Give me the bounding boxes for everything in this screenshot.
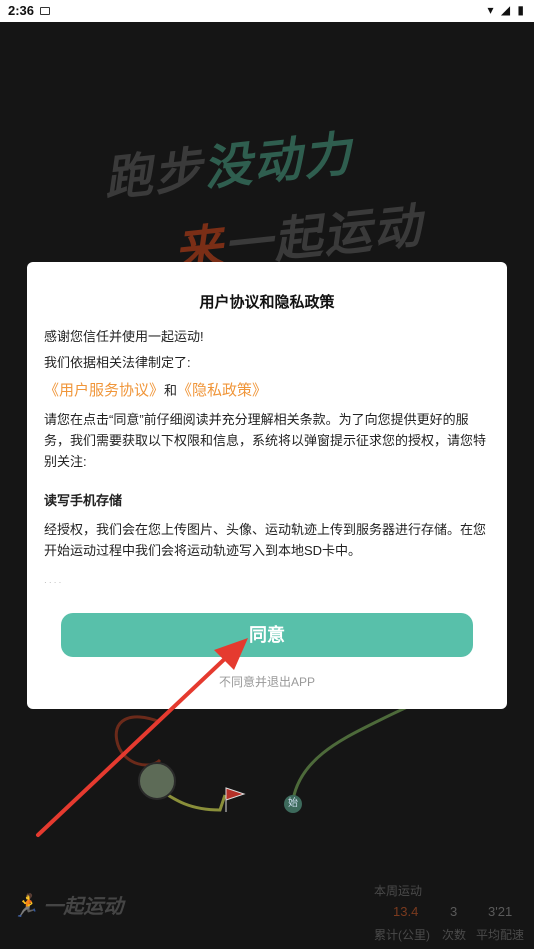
stat-count-value: 3 bbox=[450, 904, 458, 919]
stat-distance-label: 累计(公里) bbox=[374, 928, 430, 942]
agreement-links: 《用户服务协议》和《隐私政策》 bbox=[44, 379, 267, 403]
privacy-policy-link[interactable]: 《隐私政策》 bbox=[177, 382, 267, 399]
cut-off-text: · · · · bbox=[44, 578, 62, 585]
stat-pace-value: 3'21 bbox=[488, 904, 513, 919]
dialog-scroll-body[interactable]: 感谢您信任并使用一起运动! 我们依据相关法律制定了: 《用户服务协议》和《隐私政… bbox=[44, 325, 490, 585]
section-title-storage: 读写手机存储 bbox=[44, 493, 123, 508]
user-avatar bbox=[138, 762, 176, 800]
and-text: 和 bbox=[164, 383, 178, 398]
route-red-segment bbox=[114, 715, 162, 767]
user-agreement-link[interactable]: 《用户服务协议》 bbox=[44, 382, 164, 399]
start-marker: 始 bbox=[284, 795, 302, 813]
stat-distance-value: 13.4 bbox=[393, 904, 419, 919]
privacy-dialog: 用户协议和隐私政策 感谢您信任并使用一起运动! 我们依据相关法律制定了: 《用户… bbox=[27, 262, 507, 709]
route-green-segment bbox=[291, 703, 413, 801]
stat-pace-label: 平均配速 bbox=[476, 928, 525, 942]
intro-text: 我们依据相关法律制定了: bbox=[44, 355, 191, 370]
stat-count-label: 次数 bbox=[442, 928, 467, 942]
runner-icon: 🏃 bbox=[12, 894, 40, 919]
weekly-summary-title: 本周运动 bbox=[374, 884, 423, 898]
decline-exit-button[interactable]: 不同意并退出APP bbox=[27, 673, 507, 690]
agree-button[interactable]: 同意 bbox=[61, 613, 473, 657]
storage-description: 经授权，我们会在您上传图片、头像、运动轨迹上传到服务器进行存储。在您开始运动过程… bbox=[44, 522, 487, 558]
dialog-title: 用户协议和隐私政策 bbox=[199, 294, 335, 311]
app-logo: 🏃 一起运动 bbox=[12, 890, 123, 919]
app-logo-text: 一起运动 bbox=[43, 894, 124, 918]
thanks-text: 感谢您信任并使用一起运动! bbox=[44, 329, 204, 344]
flag-icon bbox=[225, 787, 246, 812]
notice-text: 请您在点击“同意”前仔细阅读并充分理解相关条款。为了向您提供更好的服务，我们需要… bbox=[44, 412, 487, 469]
